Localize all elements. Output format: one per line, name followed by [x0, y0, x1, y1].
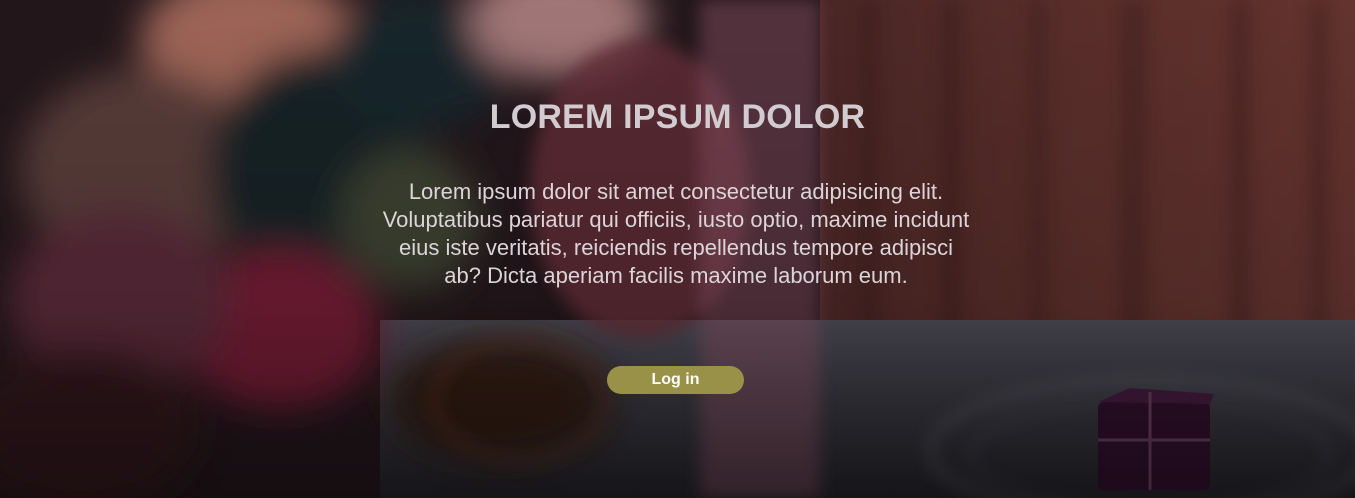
hero-section: LOREM IPSUM DOLOR Lorem ipsum dolor sit … [0, 0, 1355, 498]
hero-content: LOREM IPSUM DOLOR Lorem ipsum dolor sit … [0, 0, 1355, 498]
login-button[interactable]: Log in [607, 366, 744, 394]
hero-title: LOREM IPSUM DOLOR [489, 98, 866, 136]
hero-description: Lorem ipsum dolor sit amet consectetur a… [382, 179, 970, 288]
